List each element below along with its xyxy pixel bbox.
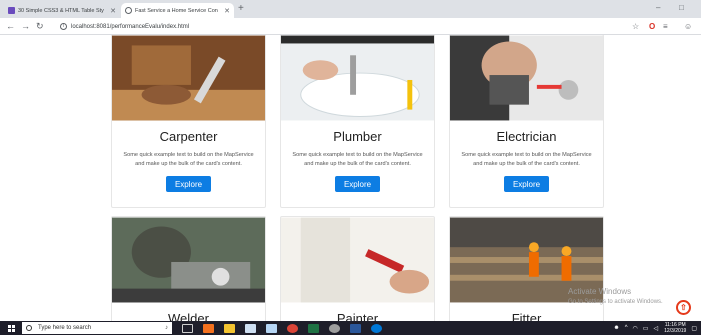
cortana-icon (26, 325, 32, 331)
close-icon[interactable]: ✕ (110, 7, 116, 15)
card-text: Some quick example text to build on the … (461, 152, 592, 167)
plumber-photo (281, 35, 434, 121)
service-card-carpenter: Carpenter Some quick example text to bui… (111, 35, 266, 208)
people-icon[interactable]: ☻ (613, 325, 619, 331)
network-icon[interactable]: ◠ (633, 325, 638, 332)
info-icon[interactable]: i (60, 23, 67, 30)
service-card-welder: Welder (111, 216, 266, 321)
taskbar-search[interactable]: Type here to search ♪ (22, 322, 172, 334)
reload-button[interactable]: ↻ (36, 20, 44, 32)
tab-title: 30 Simple CSS3 & HTML Table Sty (18, 7, 104, 14)
windows-logo-icon (7, 324, 15, 332)
site-favicon-icon (8, 7, 15, 14)
firefox-icon[interactable] (203, 323, 214, 333)
task-view-icon[interactable] (182, 323, 193, 333)
word-icon[interactable] (350, 323, 361, 333)
tab-title: Fast Service a Home Service Con (135, 7, 218, 14)
system-tray: ☻ ^ ◠ ▭ ◁ 11:16 PM 12/3/2019 ▢ (608, 322, 697, 334)
watermark-title: Activate Windows (568, 287, 632, 296)
service-card-plumber: Plumber Some quick example text to build… (280, 35, 435, 208)
clock-date: 12/3/2019 (664, 328, 687, 334)
card-title: Painter (336, 311, 379, 321)
address-bar[interactable]: i localhost:8081/performanceEvalu/index.… (60, 21, 620, 32)
battery-icon[interactable]: ▭ (643, 325, 649, 332)
mail-icon[interactable] (245, 323, 256, 333)
tab-strip: 30 Simple CSS3 & HTML Table Sty ✕ Fast S… (0, 0, 701, 18)
volume-icon[interactable]: ◁ (653, 325, 658, 332)
service-card-painter: Painter (280, 216, 435, 321)
opera-icon[interactable]: O (649, 21, 655, 32)
browser-toolbar: ← → ↻ i localhost:8081/performanceEvalu/… (0, 18, 701, 35)
explore-button[interactable]: Explore (335, 176, 380, 192)
painter-photo (281, 217, 434, 303)
card-text: Some quick example text to build on the … (292, 152, 423, 167)
explore-button[interactable]: Explore (504, 176, 549, 192)
tab-table-styles[interactable]: 30 Simple CSS3 & HTML Table Sty ✕ (4, 3, 120, 18)
notifications-icon[interactable]: ▢ (691, 325, 697, 332)
back-button[interactable]: ← (6, 20, 15, 32)
file-explorer-icon[interactable] (224, 323, 235, 333)
edge-icon[interactable] (371, 323, 382, 333)
card-title: Welder (168, 311, 209, 321)
electrician-photo (450, 35, 603, 121)
minimize-button[interactable]: – (656, 3, 660, 13)
carpenter-photo (112, 35, 265, 121)
card-title: Fitter (511, 311, 542, 321)
welder-photo (112, 217, 265, 303)
globe-icon (125, 7, 132, 14)
maximize-button[interactable]: □ (679, 3, 684, 13)
close-icon[interactable]: ✕ (224, 7, 230, 15)
search-placeholder: Type here to search (38, 325, 92, 331)
address-text: localhost:8081/performanceEvalu/index.ht… (71, 23, 190, 30)
settings-icon[interactable] (329, 323, 340, 333)
card-title: Carpenter (159, 129, 218, 144)
extension-icon[interactable]: ≡ (663, 21, 668, 32)
store-icon[interactable] (266, 323, 277, 333)
watermark-subtitle: Go to Settings to activate Windows. (568, 299, 663, 305)
page-viewport: Carpenter Some quick example text to bui… (0, 35, 701, 321)
bookmark-star-icon[interactable]: ☆ (632, 21, 639, 32)
profile-icon[interactable]: ☺ (684, 21, 692, 32)
explore-button[interactable]: Explore (166, 176, 211, 192)
card-title: Plumber (333, 129, 382, 144)
chrome-icon[interactable] (287, 323, 298, 333)
windows-start-button[interactable] (0, 321, 22, 335)
tab-fast-service[interactable]: Fast Service a Home Service Con ✕ (121, 3, 234, 18)
microphone-icon[interactable]: ♪ (165, 325, 168, 331)
taskbar-clock[interactable]: 11:16 PM 12/3/2019 (664, 322, 686, 334)
new-tab-button[interactable]: + (238, 3, 244, 15)
chevron-up-icon[interactable]: ^ (625, 325, 628, 331)
excel-icon[interactable] (308, 323, 319, 333)
activate-windows-watermark: Activate Windows Go to Settings to activ… (568, 287, 663, 307)
windows-taskbar: Type here to search ♪ ☻ ^ ◠ ▭ ◁ 11:16 PM… (0, 321, 701, 335)
card-title: Electrician (496, 129, 557, 144)
service-card-electrician: Electrician Some quick example text to b… (449, 35, 604, 208)
card-text: Some quick example text to build on the … (123, 152, 254, 167)
forward-button[interactable]: → (21, 20, 30, 32)
back-to-top-button[interactable]: ⇧ (676, 300, 691, 315)
